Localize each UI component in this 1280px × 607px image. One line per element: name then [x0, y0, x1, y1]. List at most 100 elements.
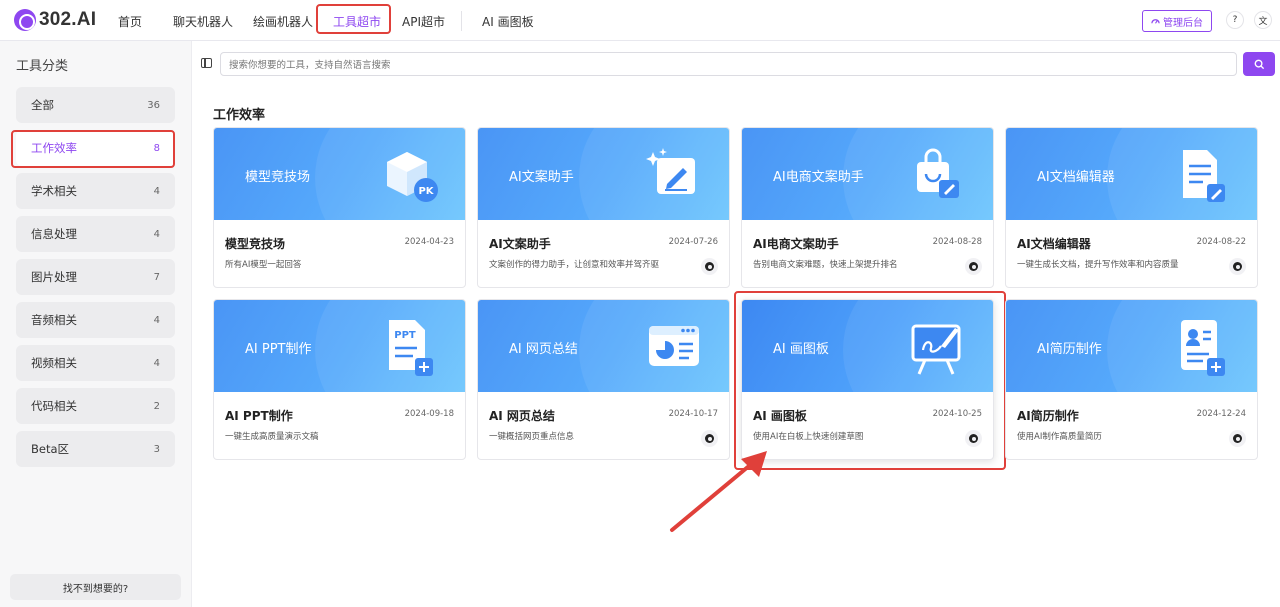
tool-name: AI电商文案助手: [753, 237, 839, 251]
tool-card-webpage-summary[interactable]: AI 网页总结 AI 网页总结 2024-10-17 一键概括网页重点信息: [477, 299, 730, 460]
banner-title: AI 网页总结: [509, 342, 578, 357]
translate-icon[interactable]: 文: [1254, 11, 1272, 29]
svg-text:PPT: PPT: [394, 330, 416, 341]
tool-card-ppt-maker[interactable]: AI PPT制作 PPT AI PPT制作 2024-09-18 一键生成高质量…: [213, 299, 466, 460]
banner-title: AI电商文案助手: [773, 170, 864, 185]
nav-api-market[interactable]: API超市: [402, 13, 445, 30]
cannot-find-button[interactable]: 找不到想要的?: [10, 574, 181, 600]
tool-description: 一键生成高质量演示文稿: [225, 432, 319, 442]
resume-icon: [1181, 320, 1225, 376]
tool-date: 2024-07-26: [668, 237, 718, 247]
category-label: 信息处理: [31, 227, 77, 241]
category-count: 36: [147, 99, 160, 111]
top-navigation-bar: 302.AI 首页 聊天机器人 绘画机器人 工具超市 API超市 AI 画图板 …: [0, 0, 1280, 41]
tool-name: AI PPT制作: [225, 409, 293, 423]
category-academic[interactable]: 学术相关 4: [16, 173, 175, 209]
highlight-annotation: [11, 130, 175, 168]
card-banner: AI文档编辑器: [1006, 128, 1257, 220]
search-input[interactable]: 搜索你想要的工具，支持自然语言搜索: [220, 52, 1237, 76]
sidebar: 工具分类 全部 36 工作效率 8 学术相关 4 信息处理 4 图片处理 7 音频相关 4 …: [0, 41, 192, 607]
highlight-annotation: [316, 4, 391, 34]
shopping-bag-icon: [917, 148, 959, 198]
tool-name: 模型竞技场: [225, 237, 286, 251]
card-banner: AI 网页总结: [478, 300, 729, 392]
card-banner: 模型竞技场 PK: [214, 128, 465, 220]
category-label: 视频相关: [31, 356, 77, 370]
tool-description: 所有AI模型一起回答: [225, 260, 302, 270]
tool-card-document-editor[interactable]: AI文档编辑器 AI文档编辑器 2024-08-22 一键生成长文档，提升写作效…: [1005, 127, 1258, 288]
category-count: 4: [153, 357, 160, 369]
category-audio[interactable]: 音频相关 4: [16, 302, 175, 338]
search-button[interactable]: [1243, 52, 1275, 76]
category-count: 2: [153, 400, 160, 412]
admin-label: 管理后台: [1163, 17, 1203, 29]
github-icon[interactable]: [1229, 430, 1246, 447]
pk-cube-icon: PK: [387, 152, 438, 202]
webpage-summary-icon: [649, 326, 699, 366]
category-information[interactable]: 信息处理 4: [16, 216, 175, 252]
section-title: 工作效率: [213, 108, 266, 123]
category-count: 4: [153, 185, 160, 197]
category-beta[interactable]: Beta区 3: [16, 431, 175, 467]
card-banner: AI文案助手: [478, 128, 729, 220]
dashboard-icon: [1151, 18, 1160, 24]
category-label: 学术相关: [31, 184, 77, 198]
logo-icon: [14, 9, 36, 31]
tool-description: 一键生成长文档，提升写作效率和内容质量: [1017, 260, 1179, 270]
tool-date: 2024-10-17: [668, 409, 718, 419]
category-label: 图片处理: [31, 270, 77, 284]
tool-card-ecommerce-copywriting[interactable]: AI电商文案助手 AI电商文案助手 2024-08-28 告别电商文案难题，快速…: [741, 127, 994, 288]
tool-name: AI 网页总结: [489, 409, 555, 423]
github-icon[interactable]: [701, 258, 718, 275]
tool-description: 一键概括网页重点信息: [489, 432, 575, 442]
banner-title: AI文档编辑器: [1037, 170, 1115, 185]
category-label: 全部: [31, 98, 54, 112]
category-count: 3: [153, 443, 160, 455]
logo[interactable]: 302.AI: [14, 9, 96, 31]
logo-text: 302.AI: [39, 9, 97, 30]
card-banner: AI简历制作: [1006, 300, 1257, 392]
nav-drawing-bot[interactable]: 绘画机器人: [253, 13, 313, 30]
nav-chatbot[interactable]: 聊天机器人: [173, 13, 233, 30]
card-banner: AI电商文案助手: [742, 128, 993, 220]
category-label: Beta区: [31, 442, 70, 456]
github-icon[interactable]: [1229, 258, 1246, 275]
category-video[interactable]: 视频相关 4: [16, 345, 175, 381]
banner-title: 模型竞技场: [245, 170, 311, 185]
tool-card-resume-maker[interactable]: AI简历制作 AI简历制作 2024-12-24 使用AI制作高质量简历: [1005, 299, 1258, 460]
card-banner: AI PPT制作 PPT: [214, 300, 465, 392]
category-count: 4: [153, 314, 160, 326]
tool-date: 2024-09-18: [404, 409, 454, 419]
category-count: 7: [153, 271, 160, 283]
tool-name: AI简历制作: [1017, 409, 1079, 423]
annotation-arrow: [670, 451, 767, 532]
tool-date: 2024-08-28: [932, 237, 982, 247]
nav-home[interactable]: 首页: [118, 13, 142, 30]
category-image[interactable]: 图片处理 7: [16, 259, 175, 295]
svg-text:PK: PK: [418, 186, 434, 197]
tool-description: 文案创作的得力助手，让创意和效率并驾齐驱: [489, 260, 660, 270]
tool-card-model-arena[interactable]: 模型竞技场 PK 模型竞技场 2024-04-23 所有AI模型一起回答: [213, 127, 466, 288]
toggle-sidebar-icon[interactable]: [201, 58, 212, 68]
category-all[interactable]: 全部 36: [16, 87, 175, 123]
github-icon[interactable]: [965, 258, 982, 275]
tool-description: 告别电商文案难题，快速上架提升排名: [753, 260, 898, 270]
tool-name: AI文案助手: [489, 237, 551, 251]
banner-title: AI简历制作: [1037, 342, 1102, 357]
category-count: 4: [153, 228, 160, 240]
tool-card-copywriting-assistant[interactable]: AI文案助手 AI文案助手 2024-07-26 文案创作的得力助手，让创意和效…: [477, 127, 730, 288]
category-code[interactable]: 代码相关 2: [16, 388, 175, 424]
tool-date: 2024-04-23: [404, 237, 454, 247]
nav-ai-drawing-board[interactable]: AI 画图板: [482, 13, 534, 30]
document-edit-icon: [1183, 150, 1225, 202]
banner-title: AI文案助手: [509, 170, 574, 185]
nav-divider: [461, 11, 462, 31]
sidebar-title: 工具分类: [16, 59, 69, 74]
main-content: 搜索你想要的工具，支持自然语言搜索 工作效率 模型竞技场 PK 模型竞技场 20…: [193, 41, 1280, 607]
help-icon[interactable]: ?: [1226, 11, 1244, 29]
tool-name: AI文档编辑器: [1017, 237, 1091, 251]
tool-date: 2024-08-22: [1196, 237, 1246, 247]
admin-dashboard-button[interactable]: 管理后台: [1142, 10, 1212, 32]
tool-description: 使用AI制作高质量简历: [1017, 432, 1102, 442]
tool-date: 2024-12-24: [1196, 409, 1246, 419]
